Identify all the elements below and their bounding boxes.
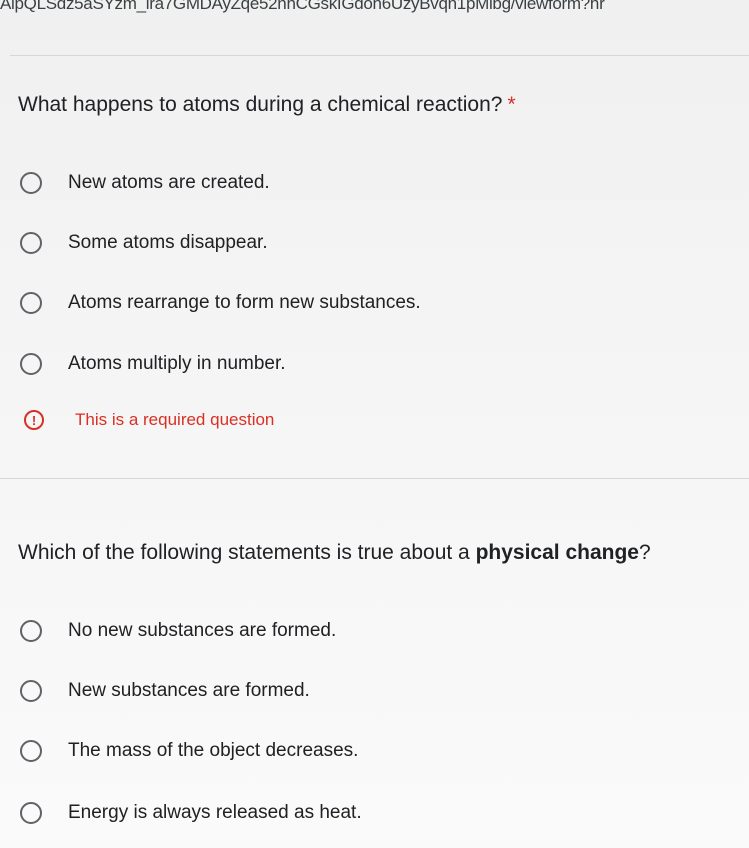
question-2-option-3[interactable]: The mass of the object decreases. [18, 734, 718, 768]
question-1-option-3-label: Atoms rearrange to form new substances. [68, 292, 421, 313]
required-asterisk: * [507, 93, 516, 116]
required-error-message: ! This is a required question [24, 410, 274, 430]
question-1-option-4[interactable]: Atoms multiply in number. [18, 347, 718, 381]
question-2-title-suffix: ? [638, 541, 651, 564]
question-1-option-2-label: Some atoms disappear. [68, 232, 268, 253]
question-2-title-prefix: Which of the following statements is tru… [18, 541, 476, 564]
radio-unselected-icon[interactable] [20, 680, 42, 702]
question-2-title-emphasis: physical change [475, 541, 639, 564]
question-2-option-1-label: No new substances are formed. [68, 620, 337, 641]
question-2-option-2[interactable]: New substances are formed. [18, 674, 718, 708]
radio-unselected-icon[interactable] [20, 620, 42, 642]
required-error-text: This is a required question [75, 410, 275, 429]
question-1-title: What happens to atoms during a chemical … [18, 92, 516, 118]
question-1-option-3[interactable]: Atoms rearrange to form new substances. [18, 286, 718, 320]
exclamation-circle-icon: ! [24, 410, 44, 430]
url-text: AlpQLSdz5aSYzm_lra7GMDAyZqe52nhCGskIGdoh… [0, 0, 605, 13]
radio-unselected-icon[interactable] [20, 292, 42, 314]
question-2-option-4[interactable]: Energy is always released as heat. [18, 796, 718, 830]
question-1-option-1-label: New atoms are created. [68, 172, 270, 193]
question-2-title: Which of the following statements is tru… [18, 540, 651, 566]
radio-unselected-icon[interactable] [20, 172, 42, 194]
question-1-option-2[interactable]: Some atoms disappear. [18, 226, 718, 260]
question-2-option-4-label: Energy is always released as heat. [68, 802, 362, 823]
question-divider [0, 478, 749, 479]
question-1-title-text: What happens to atoms during a chemical … [18, 93, 503, 116]
radio-unselected-icon[interactable] [20, 740, 42, 762]
question-2-option-3-label: The mass of the object decreases. [68, 740, 359, 761]
question-2-option-2-label: New substances are formed. [68, 680, 310, 701]
radio-unselected-icon[interactable] [20, 802, 42, 824]
form-page: AlpQLSdz5aSYzm_lra7GMDAyZqe52nhCGskIGdoh… [0, 0, 749, 848]
top-divider [10, 55, 749, 56]
question-2-option-1[interactable]: No new substances are formed. [18, 614, 718, 648]
radio-unselected-icon[interactable] [20, 232, 42, 254]
question-1-option-1[interactable]: New atoms are created. [18, 166, 718, 200]
radio-unselected-icon[interactable] [20, 353, 42, 375]
question-1-option-4-label: Atoms multiply in number. [68, 353, 286, 374]
